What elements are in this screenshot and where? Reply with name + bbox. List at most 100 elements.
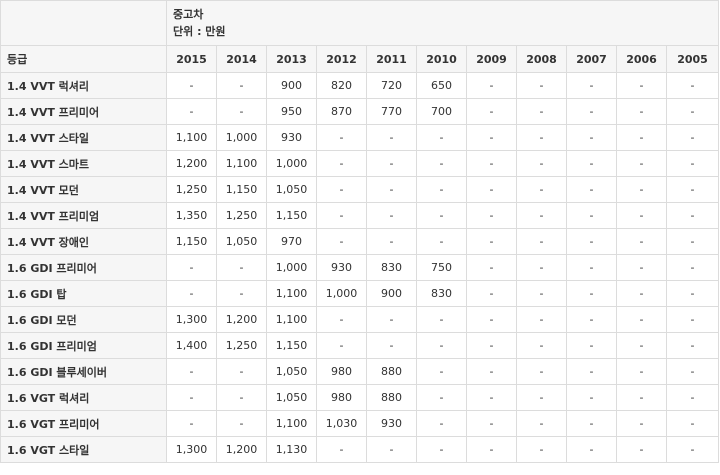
price-cell: -: [665, 384, 720, 411]
price-cell: -: [616, 228, 667, 255]
price-cell: 1,350: [166, 202, 217, 229]
price-cell: -: [516, 124, 567, 151]
grade-cell: 1.4 VVT 스마트: [0, 150, 167, 177]
grade-cell: 1.4 VVT 럭셔리: [0, 72, 167, 99]
price-cell: -: [516, 306, 567, 333]
price-cell: 1,050: [266, 358, 317, 385]
price-cell: 1,150: [266, 202, 317, 229]
table-row: 1.4 VVT 럭셔리 - -900 820 720 650- - - - -: [0, 72, 720, 99]
table-row: 1.6 GDI 탑 - -1,100 1,000 900 830- - - - -: [0, 280, 720, 307]
price-cell: -: [316, 176, 367, 203]
price-cell: -: [466, 202, 517, 229]
price-cell: -: [166, 72, 217, 99]
price-cell: 770: [366, 98, 417, 125]
price-cell: -: [516, 358, 567, 385]
price-cell: -: [466, 358, 517, 385]
price-cell: 1,250: [216, 332, 267, 359]
price-cell: -: [466, 306, 517, 333]
price-cell: 970: [266, 228, 317, 255]
price-cell: -: [665, 202, 720, 229]
price-cell: -: [166, 358, 217, 385]
price-cell: -: [566, 332, 617, 359]
price-cell: 700: [416, 98, 467, 125]
price-cell: -: [216, 384, 267, 411]
price-cell: -: [566, 410, 617, 437]
year-column-header: 2006: [616, 45, 667, 73]
price-cell: -: [366, 228, 417, 255]
price-cell: -: [316, 150, 367, 177]
price-cell: -: [416, 150, 467, 177]
price-cell: 1,300: [166, 436, 217, 463]
price-cell: -: [665, 332, 720, 359]
price-cell: -: [566, 436, 617, 463]
price-cell: -: [616, 72, 667, 99]
price-cell: -: [665, 306, 720, 333]
price-cell: -: [516, 410, 567, 437]
price-cell: -: [416, 176, 467, 203]
price-cell: 930: [366, 410, 417, 437]
price-cell: 1,250: [216, 202, 267, 229]
price-cell: -: [316, 124, 367, 151]
price-cell: -: [516, 384, 567, 411]
table-row: 1.6 VGT 프리미어 - -1,100 1,030 930- - - - - -: [0, 410, 720, 437]
table-row: 1.6 VGT 스타일 1,300 1,200 1,130- - - - - - - -: [0, 436, 720, 463]
price-cell: -: [466, 410, 517, 437]
price-cell: -: [665, 150, 720, 177]
grade-cell: 1.4 VVT 프리미엄: [0, 202, 167, 229]
price-cell: -: [616, 358, 667, 385]
price-cell: -: [516, 280, 567, 307]
price-cell: 880: [366, 384, 417, 411]
price-cell: -: [316, 332, 367, 359]
price-cell: 1,100: [216, 150, 267, 177]
price-cell: -: [616, 176, 667, 203]
price-cell: -: [566, 254, 617, 281]
price-table: 중고차 단위 : 만원 등급 2015 2014 2013 2012 2011 2010 2…: [0, 0, 720, 463]
table-row: 1.4 VVT 스타일 1,100 1,000 930- - - - - - - -: [0, 124, 720, 151]
year-column-header: 2013: [266, 45, 317, 73]
price-cell: -: [566, 228, 617, 255]
price-cell: -: [665, 436, 720, 463]
title-row: 중고차 단위 : 만원: [0, 0, 720, 46]
price-cell: -: [166, 280, 217, 307]
table-row: 1.6 GDI 프리미엄 1,400 1,250 1,150- - - - - - - -: [0, 332, 720, 359]
price-cell: -: [616, 306, 667, 333]
price-cell: 1,300: [166, 306, 217, 333]
grade-column-header: 등급: [0, 45, 167, 73]
price-cell: -: [566, 306, 617, 333]
price-cell: 650: [416, 72, 467, 99]
grade-cell: 1.4 VVT 장애인: [0, 228, 167, 255]
price-cell: 880: [366, 358, 417, 385]
price-cell: -: [516, 332, 567, 359]
price-cell: 1,250: [166, 176, 217, 203]
price-cell: 1,100: [166, 124, 217, 151]
price-cell: -: [516, 228, 567, 255]
table-row: 1.4 VVT 스마트 1,200 1,100 1,000- - - - - - - -: [0, 150, 720, 177]
price-cell: 930: [316, 254, 367, 281]
grade-cell: 1.6 GDI 프리미어: [0, 254, 167, 281]
price-cell: 1,050: [216, 228, 267, 255]
price-cell: 950: [266, 98, 317, 125]
price-cell: 1,400: [166, 332, 217, 359]
price-cell: -: [416, 306, 467, 333]
price-cell: 1,100: [266, 410, 317, 437]
price-cell: 900: [366, 280, 417, 307]
price-cell: -: [366, 332, 417, 359]
year-column-header: 2007: [566, 45, 617, 73]
price-cell: -: [416, 384, 467, 411]
price-cell: -: [665, 358, 720, 385]
grade-cell: 1.4 VVT 프리미어: [0, 98, 167, 125]
price-cell: -: [566, 150, 617, 177]
price-cell: -: [466, 98, 517, 125]
price-cell: 1,050: [266, 176, 317, 203]
table-row: 1.4 VVT 프리미엄 1,350 1,250 1,150- - - - - - - -: [0, 202, 720, 229]
price-cell: -: [616, 410, 667, 437]
price-cell: -: [665, 410, 720, 437]
price-cell: -: [216, 254, 267, 281]
price-cell: -: [416, 436, 467, 463]
price-cell: -: [566, 384, 617, 411]
price-cell: -: [466, 280, 517, 307]
price-cell: 820: [316, 72, 367, 99]
price-cell: -: [516, 436, 567, 463]
price-cell: -: [466, 436, 517, 463]
price-cell: -: [216, 98, 267, 125]
